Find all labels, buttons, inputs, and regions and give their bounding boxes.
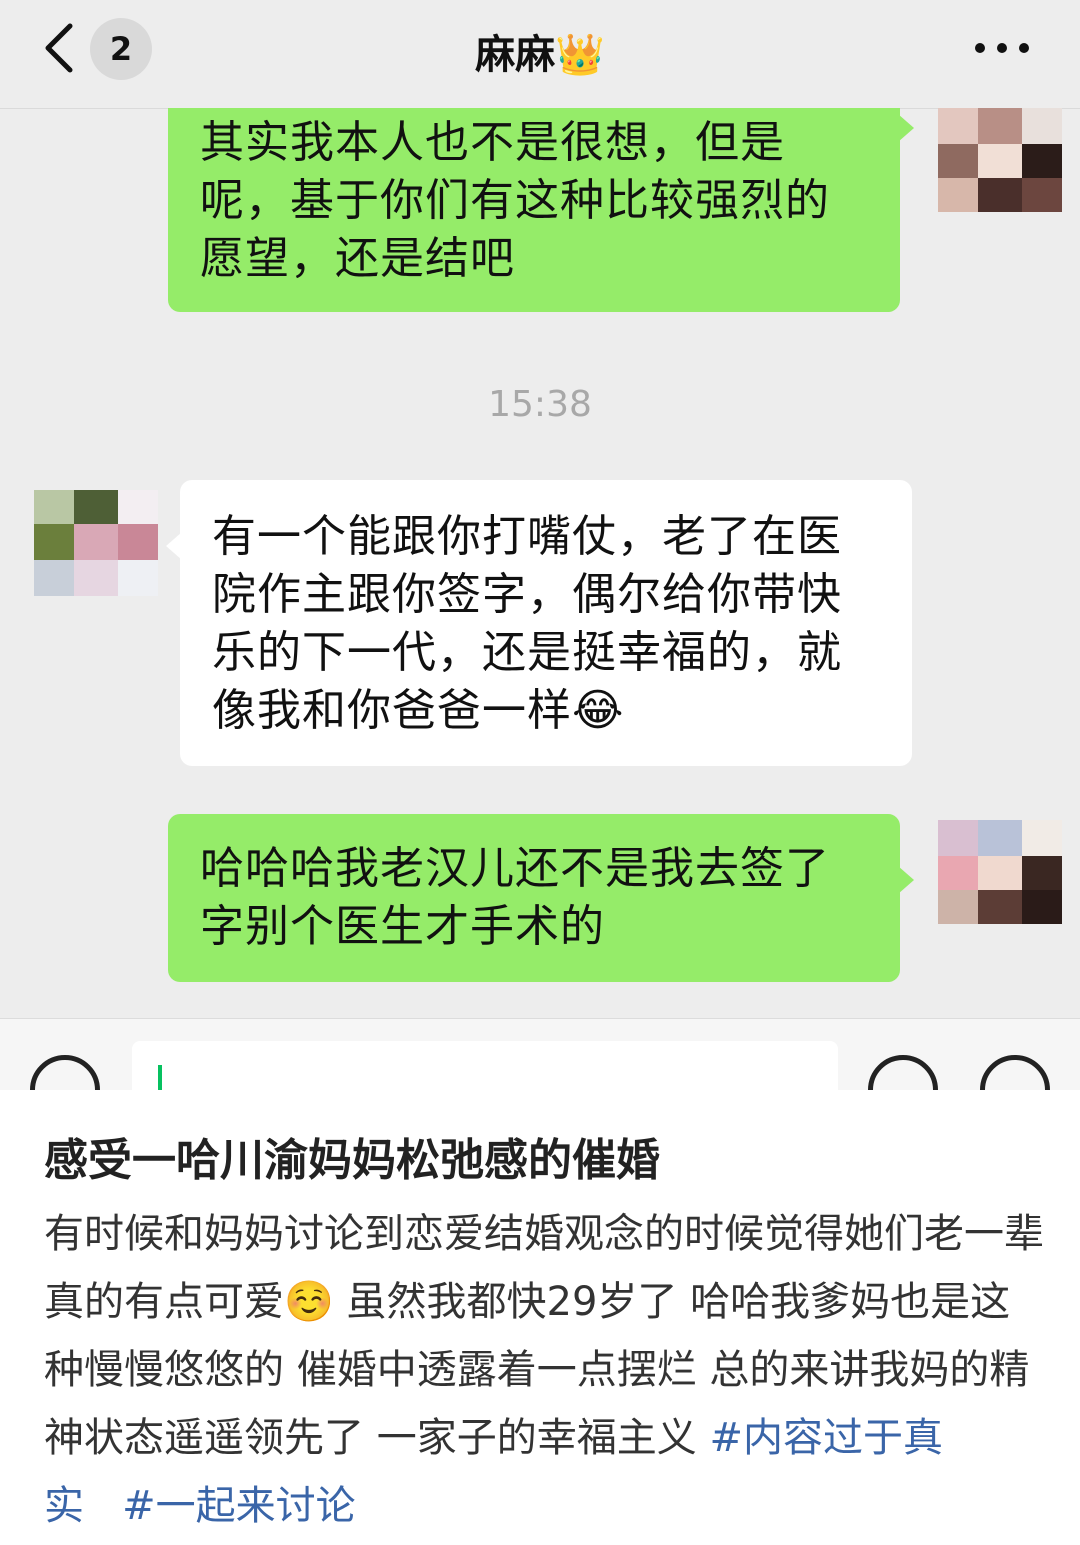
contact-avatar[interactable]	[34, 490, 158, 596]
chat-input-bar	[0, 1018, 1080, 1090]
bubble-tail	[166, 532, 182, 560]
post-title: 感受一哈川渝妈妈松弛感的催婚	[44, 1135, 660, 1186]
message-input[interactable]	[132, 1041, 838, 1090]
chat-title: 麻麻👑	[0, 22, 1080, 80]
bubble-tail	[898, 114, 914, 142]
laughing-emoji-icon: 😂	[572, 685, 625, 736]
chat-header: 2 麻麻👑	[0, 0, 1080, 109]
hashtag-link[interactable]: #一起来讨论	[122, 1483, 356, 1529]
message-bubble-sent[interactable]: 哈哈哈我老汉儿还不是我去签了字别个医生才手术的	[168, 814, 914, 982]
my-avatar[interactable]	[938, 820, 1062, 924]
message-text: 其实我本人也不是很想，但是呢，基于你们有这种比较强烈的愿望，还是结吧	[200, 117, 830, 284]
post-caption: 感受一哈川渝妈妈松弛感的催婚 有时候和妈妈讨论到恋爱结婚观念的时候觉得她们老一辈…	[0, 1090, 1080, 1545]
chat-screenshot: 2 麻麻👑 其实我本人也不是很想，但是呢，基于你们有这种比较强烈的愿望，还是结吧…	[0, 0, 1080, 1090]
crown-icon: 👑	[555, 32, 605, 78]
bubble-tail	[898, 866, 914, 894]
my-avatar[interactable]	[938, 108, 1062, 212]
message-bubble-sent[interactable]: 其实我本人也不是很想，但是呢，基于你们有这种比较强烈的愿望，还是结吧	[168, 108, 914, 312]
smiling-emoji-icon: ☺️	[284, 1279, 334, 1325]
message-text: 哈哈哈我老汉儿还不是我去签了字别个医生才手术的	[200, 843, 830, 952]
voice-icon[interactable]	[30, 1055, 100, 1090]
message-bubble-received[interactable]: 有一个能跟你打嘴仗，老了在医院作主跟你签字，偶尔给你带快乐的下一代，还是挺幸福的…	[166, 480, 912, 766]
message-text: 有一个能跟你打嘴仗，老了在医院作主跟你签字，偶尔给你带快乐的下一代，还是挺幸福的…	[212, 511, 842, 736]
more-options-icon[interactable]	[972, 36, 1032, 60]
emoji-icon[interactable]	[868, 1055, 938, 1090]
post-body: 有时候和妈妈讨论到恋爱结婚观念的时候觉得她们老一辈真的有点可爱☺️ 虽然我都快2…	[44, 1200, 1044, 1540]
message-timestamp: 15:38	[488, 384, 592, 425]
chat-title-text: 麻麻	[475, 32, 556, 78]
add-icon[interactable]	[980, 1055, 1050, 1090]
text-cursor	[158, 1065, 162, 1090]
